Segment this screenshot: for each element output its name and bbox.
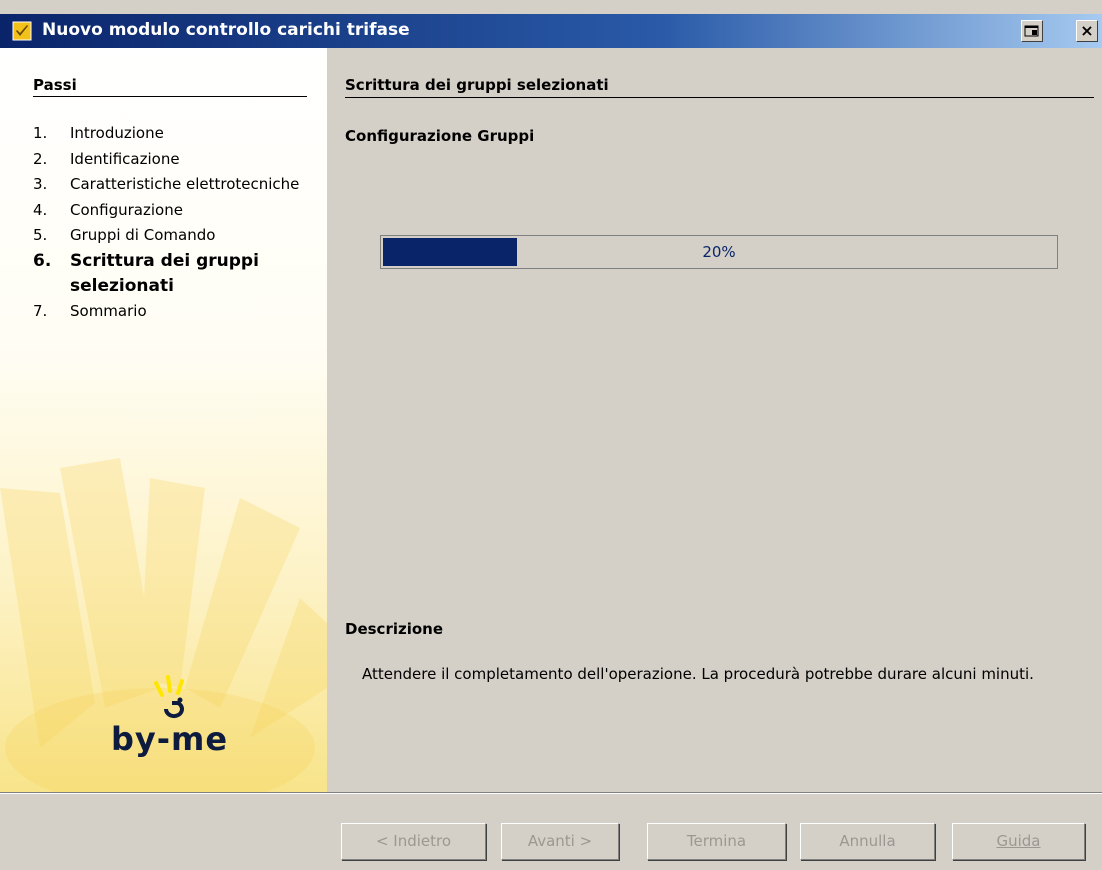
step-gruppi-comando: 5. Gruppi di Comando <box>33 223 310 249</box>
byme-logo-icon <box>154 675 184 719</box>
step-label: Identificazione <box>70 149 180 168</box>
window-title: Nuovo modulo controllo carichi trifase <box>42 20 410 40</box>
finish-button[interactable]: Termina <box>647 823 786 860</box>
step-number: 1. <box>33 124 48 142</box>
footer-divider-highlight <box>0 793 1102 794</box>
step-number: 5. <box>33 226 48 244</box>
wizard-window: Nuovo modulo controllo carichi trifase ×… <box>0 0 1102 870</box>
step-identificazione: 2. Identificazione <box>33 147 310 173</box>
step-number: 7. <box>33 301 48 320</box>
step-label: Configurazione <box>70 200 183 219</box>
step-label: Sommario <box>70 301 147 320</box>
step-scrittura-current: 6. Scrittura dei gruppi selezionati <box>33 249 310 299</box>
steps-sidebar: Passi 1. Introduzione 2. Identificazione… <box>0 48 327 792</box>
restore-icon <box>1024 25 1039 37</box>
description-heading: Descrizione <box>345 620 444 638</box>
step-configurazione: 4. Configurazione <box>33 198 310 224</box>
step-number: 2. <box>33 149 48 168</box>
step-label: Caratteristiche elettrotecniche <box>70 175 300 193</box>
step-number: 4. <box>33 200 48 219</box>
close-button[interactable]: × <box>1076 20 1098 42</box>
step-label: Gruppi di Comando <box>70 226 216 244</box>
back-button[interactable]: < Indietro <box>341 823 486 860</box>
byme-logo-text: by-me <box>111 720 229 758</box>
progress-label: 20% <box>702 243 736 261</box>
step-sommario: 7. Sommario <box>33 299 310 325</box>
progress-bar: 20% <box>380 235 1058 269</box>
page-title: Scrittura dei gruppi selezionati <box>345 76 1094 98</box>
steps-heading: Passi <box>33 76 307 97</box>
cancel-button[interactable]: Annulla <box>800 823 935 860</box>
step-label: Scrittura dei gruppi selezionati <box>70 250 259 296</box>
help-button[interactable]: Guida <box>952 823 1085 860</box>
steps-list: 1. Introduzione 2. Identificazione 3. Ca… <box>33 121 310 324</box>
step-label: Introduzione <box>70 124 164 142</box>
app-icon <box>12 21 32 41</box>
description-text: Attendere il completamento dell'operazio… <box>362 665 1034 683</box>
step-introduzione: 1. Introduzione <box>33 121 310 147</box>
title-bar[interactable]: Nuovo modulo controllo carichi trifase × <box>0 14 1102 48</box>
restore-button[interactable] <box>1021 20 1043 42</box>
close-icon: × <box>1080 21 1094 40</box>
step-number: 3. <box>33 175 48 193</box>
subsection-title: Configurazione Gruppi <box>345 127 535 145</box>
step-number: 6. <box>33 250 52 271</box>
next-button[interactable]: Avanti > <box>501 823 619 860</box>
step-caratteristiche: 3. Caratteristiche elettrotecniche <box>33 172 310 198</box>
